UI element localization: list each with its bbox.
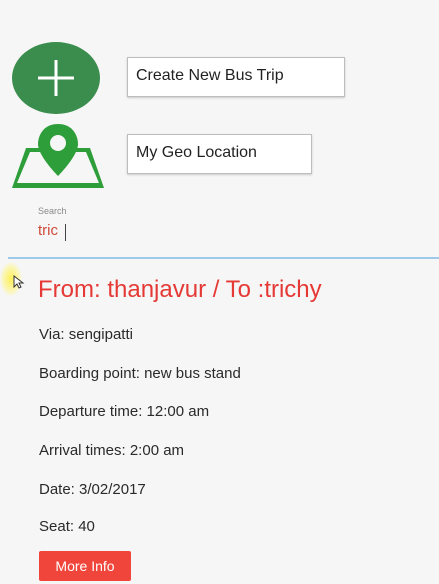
text-caret	[65, 224, 66, 241]
mouse-pointer-icon	[13, 274, 25, 294]
trip-route-title: From: thanjavur / To :trichy	[38, 276, 322, 303]
trip-seat: Seat: 40	[39, 518, 95, 535]
bus-trip-screen: Create New Bus Trip My Geo Location Sear…	[0, 0, 439, 584]
map-location-pin-icon[interactable]	[12, 118, 104, 197]
search-input[interactable]	[38, 222, 398, 239]
search-underline	[8, 257, 439, 259]
search-label: Search	[38, 206, 67, 216]
plus-circle-icon[interactable]	[12, 42, 100, 114]
create-new-bus-trip-button[interactable]: Create New Bus Trip	[127, 57, 345, 97]
trip-departure-time: Departure time: 12:00 am	[39, 403, 210, 420]
more-info-button[interactable]: More Info	[39, 551, 131, 581]
my-geo-location-button[interactable]: My Geo Location	[127, 134, 312, 174]
trip-arrival-time: Arrival times: 2:00 am	[39, 442, 185, 459]
trip-via: Via: sengipatti	[39, 326, 133, 343]
trip-boarding-point: Boarding point: new bus stand	[39, 365, 241, 382]
trip-date: Date: 3/02/2017	[39, 481, 146, 498]
